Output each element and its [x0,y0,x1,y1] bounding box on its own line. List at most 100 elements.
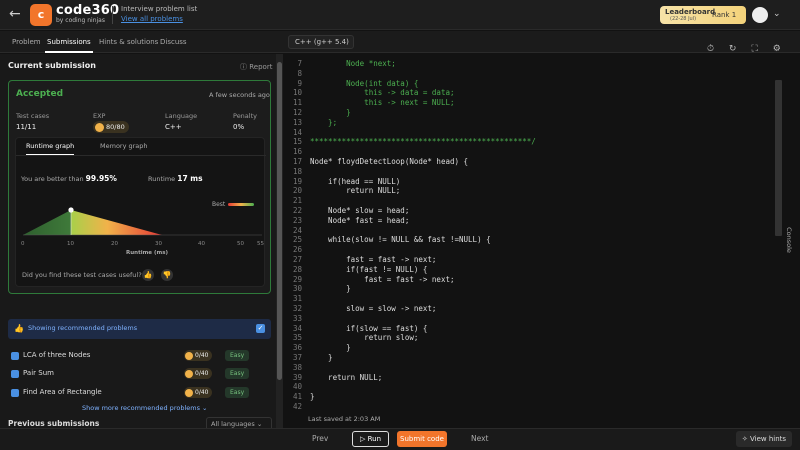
code-editor[interactable]: 7 Node *next; 8 9 Node(int data) {10 this … [288,54,788,412]
code-line[interactable]: 27 fast = fast -> next; [288,255,788,265]
code-line[interactable]: 11 this -> next = NULL; [288,98,788,108]
code-text[interactable]: } [310,353,333,363]
code-text[interactable]: if(slow == fast) { [310,324,427,334]
tab-hints-solutions[interactable]: Hints & solutions [97,31,160,53]
line-number: 14 [292,127,302,137]
code-text[interactable]: } [310,108,351,118]
problem-icon [11,370,19,378]
code-text[interactable]: this -> next = NULL; [310,98,454,108]
code360-logo[interactable]: c [30,4,52,26]
code-line[interactable]: 16 [288,147,788,157]
thumbs-up-icon[interactable]: 👍 [142,269,154,281]
code-text[interactable]: return NULL; [310,186,400,196]
left-panel-scrollbar[interactable] [276,54,283,428]
console-toggle[interactable]: Console [785,222,798,262]
view-all-problems-link[interactable]: View all problems [121,15,183,23]
code-text[interactable]: fast = fast -> next; [310,275,454,285]
code-line[interactable]: 36 } [288,343,788,353]
code-line[interactable]: 33 [288,314,788,324]
line-number: 33 [292,313,302,323]
code-text[interactable]: if(head == NULL) [310,177,400,187]
all-languages-select[interactable]: All languages ⌄ [206,417,272,428]
leaderboard-button[interactable]: Leaderboard (22-28 Jul) Rank 1 [660,6,746,24]
code-text[interactable]: ****************************************… [310,137,536,147]
list-item[interactable]: Find Area of Rectangle 0/40 Easy [11,387,271,399]
code-text[interactable]: } [310,343,351,353]
code-line[interactable]: 39 return NULL; [288,373,788,383]
tab-problem[interactable]: Problem [10,31,43,53]
code-line[interactable]: 29 fast = fast -> next; [288,275,788,285]
code-text[interactable]: } [310,392,315,402]
line-number: 42 [292,402,302,411]
code-line[interactable]: 15 **************************************… [288,137,788,147]
code-line[interactable]: 28 if(fast != NULL) { [288,265,788,275]
submit-code-button[interactable]: Submit code [397,431,447,447]
editor-scrollbar[interactable] [775,80,782,236]
code-line[interactable]: 26 [288,245,788,255]
code-text[interactable]: } [310,284,351,294]
avatar[interactable] [752,7,768,23]
chevron-down-icon[interactable]: ⌄ [773,9,781,19]
code-line[interactable]: 37 } [288,353,788,363]
code-line[interactable]: 40 [288,382,788,392]
rank-display: Rank 1 [712,11,737,19]
code-line[interactable]: 31 [288,294,788,304]
code-line[interactable]: 13 }; [288,118,788,128]
show-more-recommended-link[interactable]: Show more recommended problems ⌄ [82,404,207,412]
code-line[interactable]: 20 return NULL; [288,186,788,196]
line-number: 31 [292,294,302,304]
report-button[interactable]: ⓘ Report [240,62,272,72]
code-line[interactable]: 30 } [288,284,788,294]
code-text[interactable]: while(slow != NULL && fast !=NULL) { [310,235,491,245]
code-text[interactable]: if(fast != NULL) { [310,265,427,275]
prev-button[interactable]: Prev [312,434,328,443]
code-line[interactable]: 34 if(slow == fast) { [288,324,788,334]
code-line[interactable]: 10 this -> data = data; [288,88,788,98]
code-line[interactable]: 22 Node* slow = head; [288,206,788,216]
code-text[interactable]: Node *next; [310,59,396,69]
code-text[interactable]: return slow; [310,333,418,343]
code-text[interactable]: Node(int data) { [310,79,418,89]
code-line[interactable]: 18 [288,167,788,177]
code-text[interactable]: slow = slow -> next; [310,304,436,314]
code-text[interactable]: Node* floydDetectLoop(Node* head) { [310,157,468,167]
code-line[interactable]: 23 Node* fast = head; [288,216,788,226]
list-item[interactable]: Pair Sum 0/40 Easy [11,368,271,380]
code-line[interactable]: 12 } [288,108,788,118]
code-line[interactable]: 14 [288,128,788,138]
code-line[interactable]: 24 [288,226,788,236]
checkbox-checked-icon[interactable]: ✓ [256,324,265,333]
run-button[interactable]: ▷ Run [352,431,389,447]
code-line[interactable]: 8 [288,69,788,79]
list-item[interactable]: LCA of three Nodes 0/40 Easy [11,350,271,362]
language-select[interactable]: C++ (g++ 5.4) ⌄ [288,35,354,58]
code-text[interactable]: Node* slow = head; [310,206,409,216]
line-number: 17 [292,157,302,166]
tab-submissions[interactable]: Submissions [45,31,93,53]
recommended-problems-header[interactable]: 👍 Showing recommended problems ✓ [8,319,271,339]
code-text[interactable]: fast = fast -> next; [310,255,436,265]
code-line[interactable]: 41} [288,392,788,402]
code-line[interactable]: 25 while(slow != NULL && fast !=NULL) { [288,235,788,245]
value-exp: 80/80 [93,121,129,133]
code-line[interactable]: 21 [288,196,788,206]
code-line[interactable]: 42 [288,402,788,412]
code-line[interactable]: 9 Node(int data) { [288,79,788,89]
panel-resize-handle[interactable]: ⋮ [284,215,293,235]
thumbs-down-icon[interactable]: 👎 [161,269,173,281]
next-button[interactable]: Next [471,434,488,443]
code-line[interactable]: 7 Node *next; [288,59,788,69]
code-line[interactable]: 19 if(head == NULL) [288,177,788,187]
code-text[interactable]: }; [310,118,337,128]
code-line[interactable]: 38 [288,363,788,373]
tab-discuss[interactable]: Discuss [158,31,189,53]
back-arrow-icon[interactable]: ← [9,6,25,22]
code-line[interactable]: 32 slow = slow -> next; [288,304,788,314]
code-line[interactable]: 35 return slow; [288,333,788,343]
view-hints-button[interactable]: ✧ View hints [736,431,792,447]
code-line[interactable]: 17 Node* floydDetectLoop(Node* head) { [288,157,788,167]
code-text[interactable]: this -> data = data; [310,88,454,98]
code-text[interactable]: return NULL; [310,373,382,383]
line-number: 11 [292,98,302,108]
code-text[interactable]: Node* fast = head; [310,216,409,226]
